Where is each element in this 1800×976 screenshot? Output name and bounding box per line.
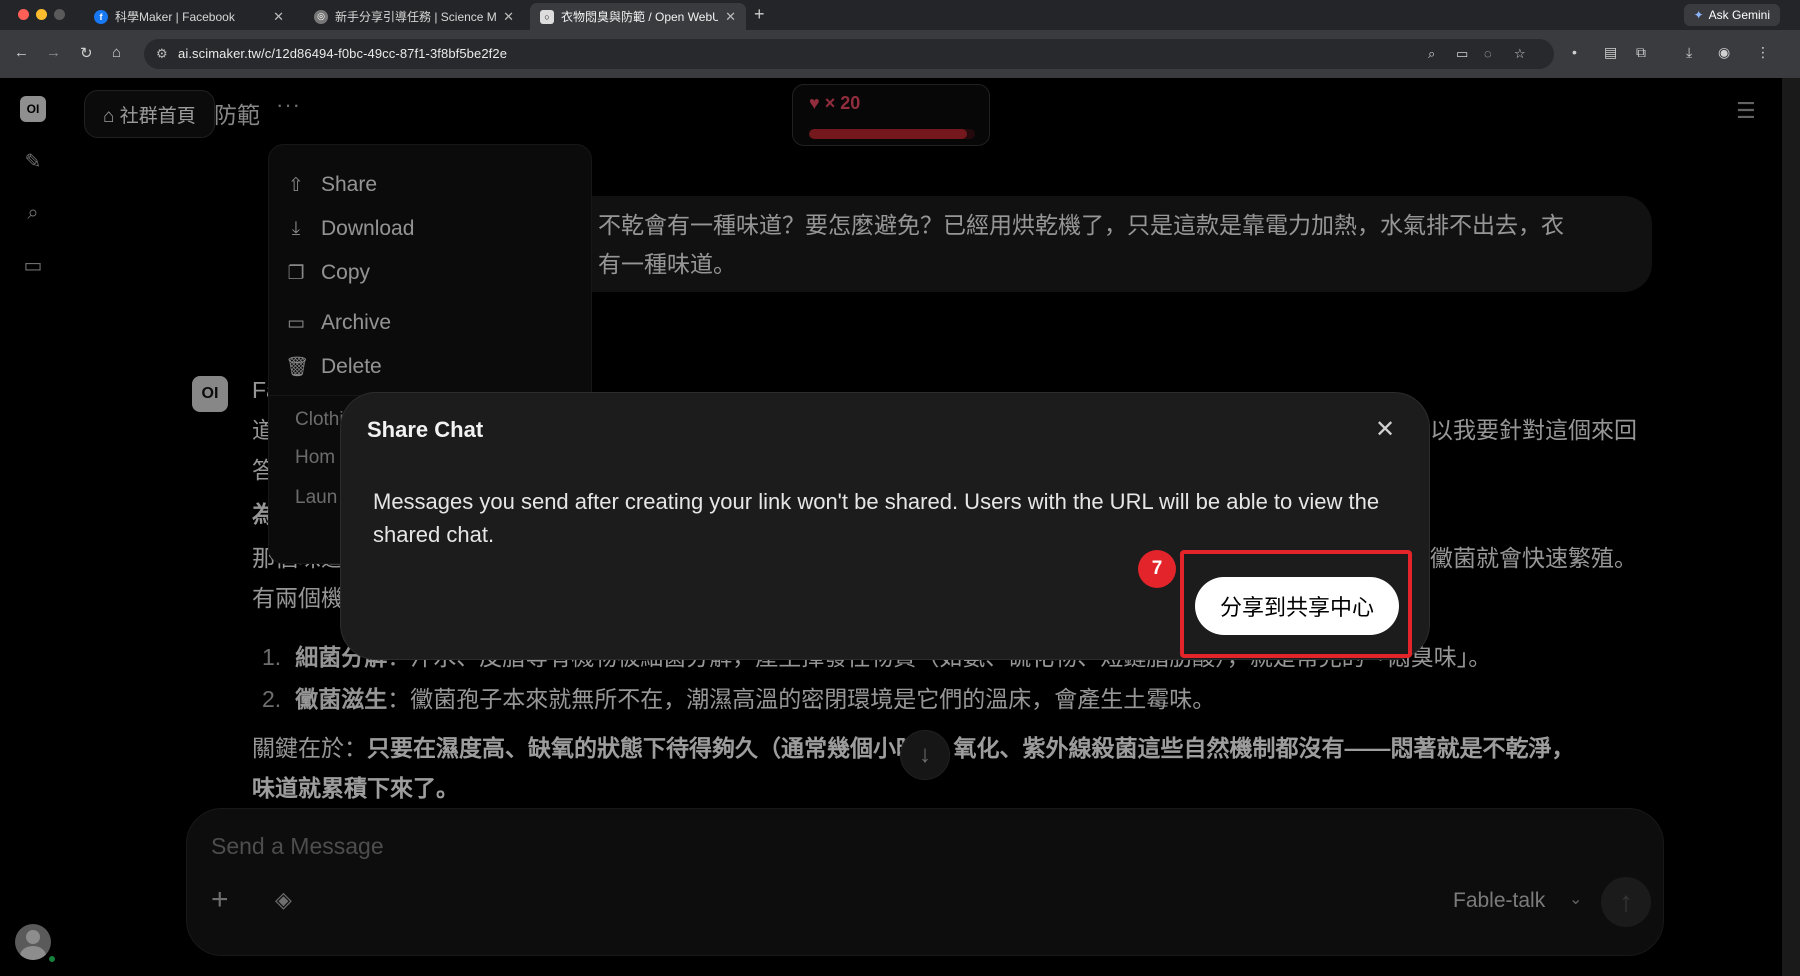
window-minimize-button[interactable]	[36, 9, 47, 20]
page-scrollbar[interactable]	[1782, 78, 1800, 976]
download-icon[interactable]: ⤓	[1686, 44, 1692, 61]
close-icon[interactable]: ✕	[725, 9, 736, 25]
sparkle-icon: ✦	[1693, 8, 1704, 22]
back-icon[interactable]: ←	[14, 44, 29, 61]
tab-title: 衣物悶臭與防範 / Open WebUI	[561, 10, 719, 24]
extension-off-icon[interactable]: ▤	[1604, 44, 1617, 61]
window-maximize-button[interactable]	[54, 9, 65, 20]
site-info-icon[interactable]: ⚙	[156, 46, 168, 62]
tab-title: 新手分享引導任務 | Science M	[335, 10, 497, 24]
puzzle-icon[interactable]: ⧉	[1636, 44, 1646, 61]
extension-dot-icon[interactable]: •	[1572, 44, 1577, 60]
modal-title: Share Chat	[367, 417, 484, 442]
address-bar[interactable]: ⚙ ai.scimaker.tw/c/12d86494-f0bc-49cc-87…	[144, 39, 1554, 69]
modal-message: Messages you send after creating your li…	[373, 489, 1380, 547]
tab-title: 科學Maker | Facebook	[115, 10, 235, 24]
close-icon[interactable]: ✕	[1375, 415, 1395, 444]
browser-toolbar: ← → ↻ ⌂ ⚙ ai.scimaker.tw/c/12d86494-f0bc…	[0, 30, 1800, 78]
home-icon[interactable]: ⌂	[112, 44, 121, 61]
openwebui-icon: ○	[540, 9, 554, 24]
step-number-badge: 7	[1138, 550, 1176, 588]
close-icon[interactable]: ✕	[273, 9, 284, 25]
browser-tab-bar: f 科學Maker | Facebook ✕ ◎ 新手分享引導任務 | Scie…	[0, 0, 1800, 30]
step-highlight-box	[1180, 550, 1412, 658]
ask-gemini-label: Ask Gemini	[1708, 8, 1770, 22]
tab-facebook[interactable]: f 科學Maker | Facebook ✕	[84, 3, 294, 30]
new-tab-button[interactable]: +	[754, 4, 765, 25]
ask-gemini-button[interactable]: ✦ Ask Gemini	[1683, 4, 1780, 26]
window-close-button[interactable]	[18, 9, 29, 20]
close-icon[interactable]: ✕	[503, 9, 514, 25]
eye-off-icon[interactable]: ◌	[1484, 46, 1492, 61]
forward-icon[interactable]: →	[46, 44, 61, 61]
menu-kebab-icon[interactable]: ⋮	[1756, 44, 1770, 61]
globe-icon: ◎	[314, 9, 328, 24]
zoom-icon[interactable]: ⌕	[1428, 46, 1435, 62]
cast-icon[interactable]: ▭	[1456, 46, 1468, 62]
app-viewport: OI ✎ ⌕ ▭ 防範 ··· ⌂ 社群首頁 ♥ × 20 ☰ 不乾會有一種味道…	[0, 78, 1782, 976]
profile-icon[interactable]: ◉	[1718, 44, 1730, 61]
bookmark-star-icon[interactable]: ☆	[1514, 46, 1526, 62]
facebook-icon: f	[94, 9, 108, 24]
tab-science-maker[interactable]: ◎ 新手分享引導任務 | Science M ✕	[304, 3, 524, 30]
tab-open-webui[interactable]: ○ 衣物悶臭與防範 / Open WebUI ✕	[530, 3, 746, 30]
url-text[interactable]: ai.scimaker.tw/c/12d86494-f0bc-49cc-87f1…	[178, 46, 507, 61]
reload-icon[interactable]: ↻	[80, 44, 93, 62]
